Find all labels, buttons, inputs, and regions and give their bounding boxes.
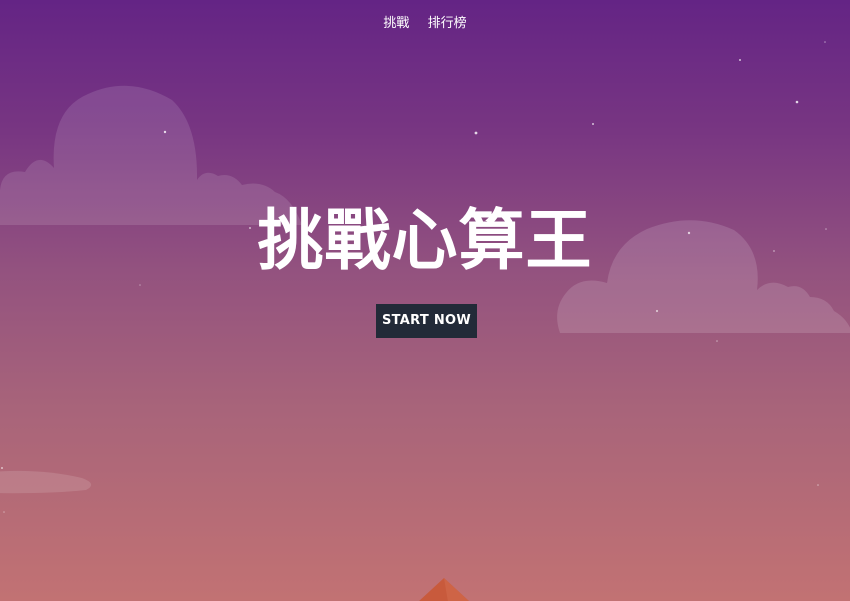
mountain-peak — [419, 578, 469, 601]
cloud-bottom-left — [0, 470, 92, 494]
hero-title: 挑戰心算王 — [257, 202, 593, 279]
start-now-button[interactable]: START NOW — [376, 304, 477, 338]
top-nav: 挑戰 排行榜 — [0, 10, 850, 33]
nav-link-leaderboard[interactable]: 排行榜 — [427, 10, 468, 33]
nav-link-challenge[interactable]: 挑戰 — [382, 10, 410, 33]
